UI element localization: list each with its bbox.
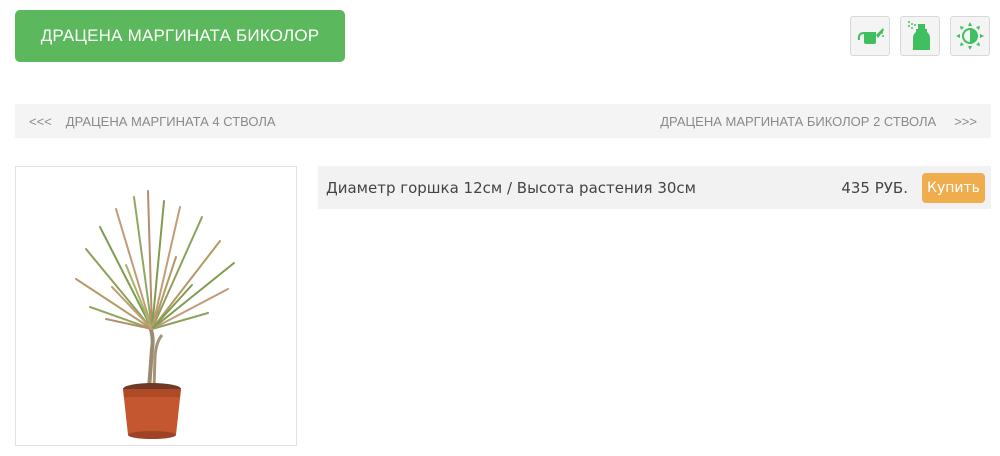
variant-description: Диаметр горшка 12см / Высота растения 30… xyxy=(326,178,696,197)
next-product-label[interactable]: ДРАЦЕНА МАРГИНАТА БИКОЛОР 2 СТВОЛА xyxy=(660,114,936,129)
next-product-link[interactable]: ДРАЦЕНА МАРГИНАТА БИКОЛОР 2 СТВОЛА >>> xyxy=(660,104,977,138)
product-navigation: <<< ДРАЦЕНА МАРГИНАТА 4 СТВОЛА ДРАЦЕНА М… xyxy=(15,104,991,138)
prev-product-link[interactable]: <<< ДРАЦЕНА МАРГИНАТА 4 СТВОЛА xyxy=(29,104,276,138)
buy-button[interactable]: Купить xyxy=(922,173,985,203)
plant-photo[interactable] xyxy=(15,166,297,446)
variant-price: 435 РУБ. xyxy=(841,178,908,197)
prev-product-label[interactable]: ДРАЦЕНА МАРГИНАТА 4 СТВОЛА xyxy=(66,114,276,129)
next-arrow[interactable]: >>> xyxy=(954,114,977,129)
prev-arrow[interactable]: <<< xyxy=(29,114,52,129)
product-title-button[interactable]: ДРАЦЕНА МАРГИНАТА БИКОЛОР xyxy=(15,10,345,62)
variant-row: Диаметр горшка 12см / Высота растения 30… xyxy=(318,166,991,209)
watering-can-icon[interactable] xyxy=(850,16,890,56)
care-icons xyxy=(850,16,990,56)
sun-icon[interactable] xyxy=(950,16,990,56)
spray-bottle-icon[interactable] xyxy=(900,16,940,56)
